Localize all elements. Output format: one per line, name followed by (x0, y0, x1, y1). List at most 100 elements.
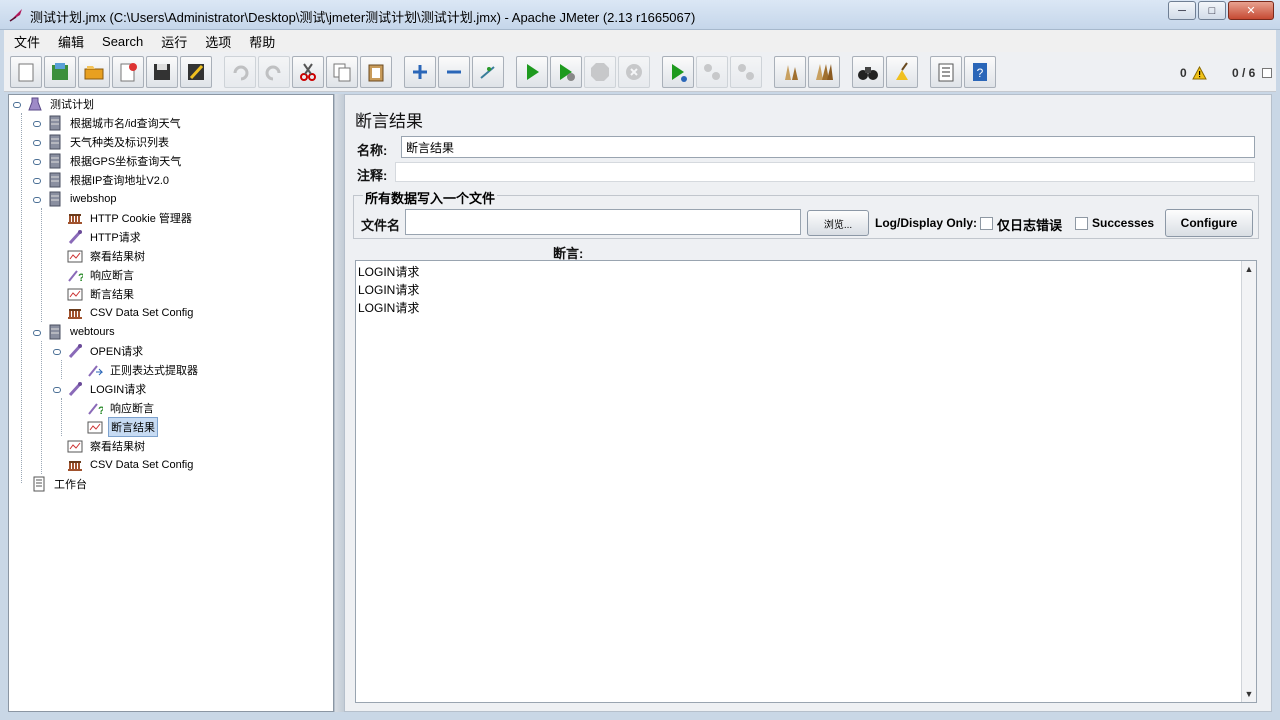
maximize-button[interactable]: □ (1198, 1, 1226, 20)
clear-button[interactable] (774, 56, 806, 88)
stop-button[interactable] (584, 56, 616, 88)
workbench-icon (33, 476, 45, 492)
redo-button[interactable] (258, 56, 290, 88)
menu-file[interactable]: 文件 (4, 32, 48, 51)
svg-text:?: ? (78, 272, 83, 283)
scissors-icon (300, 63, 316, 81)
tree-node-thread-group[interactable]: 根据城市名/id查询天气 (33, 114, 183, 132)
copy-button[interactable] (326, 56, 358, 88)
listener-icon (67, 440, 83, 453)
save-button[interactable] (146, 56, 178, 88)
remote-stop-button[interactable] (696, 56, 728, 88)
menu-search[interactable]: Search (92, 34, 151, 49)
browse-button[interactable]: 浏览... (807, 210, 869, 236)
vertical-scrollbar[interactable]: ▲ ▼ (1241, 261, 1256, 702)
tree-node-workbench[interactable]: 工作台 (31, 475, 89, 493)
help-button[interactable]: ? (964, 56, 996, 88)
remote-start-icon (672, 64, 687, 82)
tree-node-config[interactable]: HTTP Cookie 管理器 (67, 209, 194, 227)
function-helper-button[interactable] (930, 56, 962, 88)
collapse-all-button[interactable] (438, 56, 470, 88)
comment-field[interactable] (395, 162, 1255, 182)
errors-only-checkbox[interactable] (980, 217, 993, 230)
listener-icon (87, 421, 103, 434)
tree-node-sampler[interactable]: HTTP请求 (67, 228, 143, 246)
templates-button[interactable] (44, 56, 76, 88)
remote-shutdown-button[interactable] (730, 56, 762, 88)
expand-all-button[interactable] (404, 56, 436, 88)
tree-node-listener[interactable]: 察看结果树 (67, 437, 147, 455)
tree-node-sampler[interactable]: OPEN请求 (53, 342, 145, 360)
configure-button[interactable]: Configure (1165, 209, 1253, 237)
tree-node-config[interactable]: CSV Data Set Config (67, 304, 195, 322)
new-button[interactable] (10, 56, 42, 88)
tree-node-thread-group[interactable]: 根据GPS坐标查询天气 (33, 152, 183, 170)
sampler-icon (68, 230, 82, 245)
tree-node-listener[interactable]: 断言结果 (67, 285, 136, 303)
close-button[interactable]: ✕ (1228, 1, 1274, 20)
errors-only-label: 仅日志错误 (997, 218, 1063, 233)
close-plan-button[interactable] (112, 56, 144, 88)
assertion-icon: ? (88, 403, 103, 416)
paste-button[interactable] (360, 56, 392, 88)
tree-node-label: 根据GPS坐标查询天气 (70, 156, 182, 168)
window-title: 测试计划.jmx (C:\Users\Administrator\Desktop… (30, 10, 696, 25)
tree-node-label: 察看结果树 (90, 251, 145, 263)
tree-node-sampler[interactable]: LOGIN请求 (53, 380, 148, 398)
remote-start-button[interactable] (662, 56, 694, 88)
tree-node-label: CSV Data Set Config (90, 307, 194, 319)
stop-icon (591, 63, 609, 81)
scroll-down-arrow-icon[interactable]: ▼ (1243, 688, 1255, 700)
listener-icon (67, 288, 83, 301)
scroll-up-arrow-icon[interactable]: ▲ (1243, 263, 1255, 275)
shutdown-icon (626, 64, 642, 80)
tree-node-thread-group[interactable]: 天气种类及标识列表 (33, 133, 171, 151)
toolbar: ? 0 0 / 6 (4, 52, 1276, 92)
search-button[interactable] (852, 56, 884, 88)
warning-icon[interactable] (1192, 66, 1207, 80)
menu-options[interactable]: 选项 (195, 32, 239, 51)
tree-node-listener-selected[interactable]: 断言结果 (87, 417, 158, 437)
thread-group-icon (49, 153, 61, 169)
tree-node-extractor[interactable]: 正则表达式提取器 (87, 361, 200, 379)
window-controls: ─ □ ✕ (1166, 1, 1274, 20)
cut-button[interactable] (292, 56, 324, 88)
assertion-results-textarea[interactable]: LOGIN请求 LOGIN请求 LOGIN请求 ▲ ▼ (355, 260, 1257, 703)
tree-node-thread-group[interactable]: 根据IP查询地址V2.0 (33, 171, 171, 189)
minus-icon (447, 70, 461, 74)
minimize-button[interactable]: ─ (1168, 1, 1196, 20)
tree-node-test-plan[interactable]: 测试计划 (13, 95, 96, 113)
shutdown-button[interactable] (618, 56, 650, 88)
tree-node-label: iwebshop (70, 193, 117, 205)
save-disk-icon (154, 64, 170, 80)
clipboard-icon (368, 64, 384, 82)
menu-edit[interactable]: 编辑 (48, 32, 92, 51)
open-button[interactable] (78, 56, 110, 88)
tree-node-thread-group[interactable]: webtours (33, 323, 117, 341)
clear-all-button[interactable] (808, 56, 840, 88)
test-plan-icon (28, 97, 42, 111)
tree-node-assertion[interactable]: ? 响应断言 (67, 266, 136, 284)
save-as-image-button[interactable] (180, 56, 212, 88)
tree-node-config[interactable]: CSV Data Set Config (67, 456, 195, 474)
start-no-pauses-button[interactable] (550, 56, 582, 88)
tree-node-thread-group[interactable]: iwebshop (33, 190, 118, 208)
list-icon (938, 63, 954, 82)
start-button[interactable] (516, 56, 548, 88)
help-book-icon: ? (973, 63, 987, 81)
panel-title: 断言结果 (355, 112, 423, 131)
menu-help[interactable]: 帮助 (239, 32, 283, 51)
close-document-icon (120, 63, 137, 82)
reset-search-button[interactable] (886, 56, 918, 88)
menu-run[interactable]: 运行 (151, 32, 195, 51)
filename-field[interactable] (405, 209, 801, 235)
successes-checkbox[interactable] (1075, 217, 1088, 230)
name-field[interactable]: 断言结果 (401, 136, 1255, 158)
filename-label: 文件名 (361, 218, 401, 233)
toggle-button[interactable] (472, 56, 504, 88)
tree-node-assertion[interactable]: ? 响应断言 (87, 399, 156, 417)
undo-button[interactable] (224, 56, 256, 88)
tree-node-listener[interactable]: 察看结果树 (67, 247, 147, 265)
split-pane-divider[interactable] (334, 94, 344, 712)
menu-bar: 文件 编辑 Search 运行 选项 帮助 (4, 30, 1276, 52)
